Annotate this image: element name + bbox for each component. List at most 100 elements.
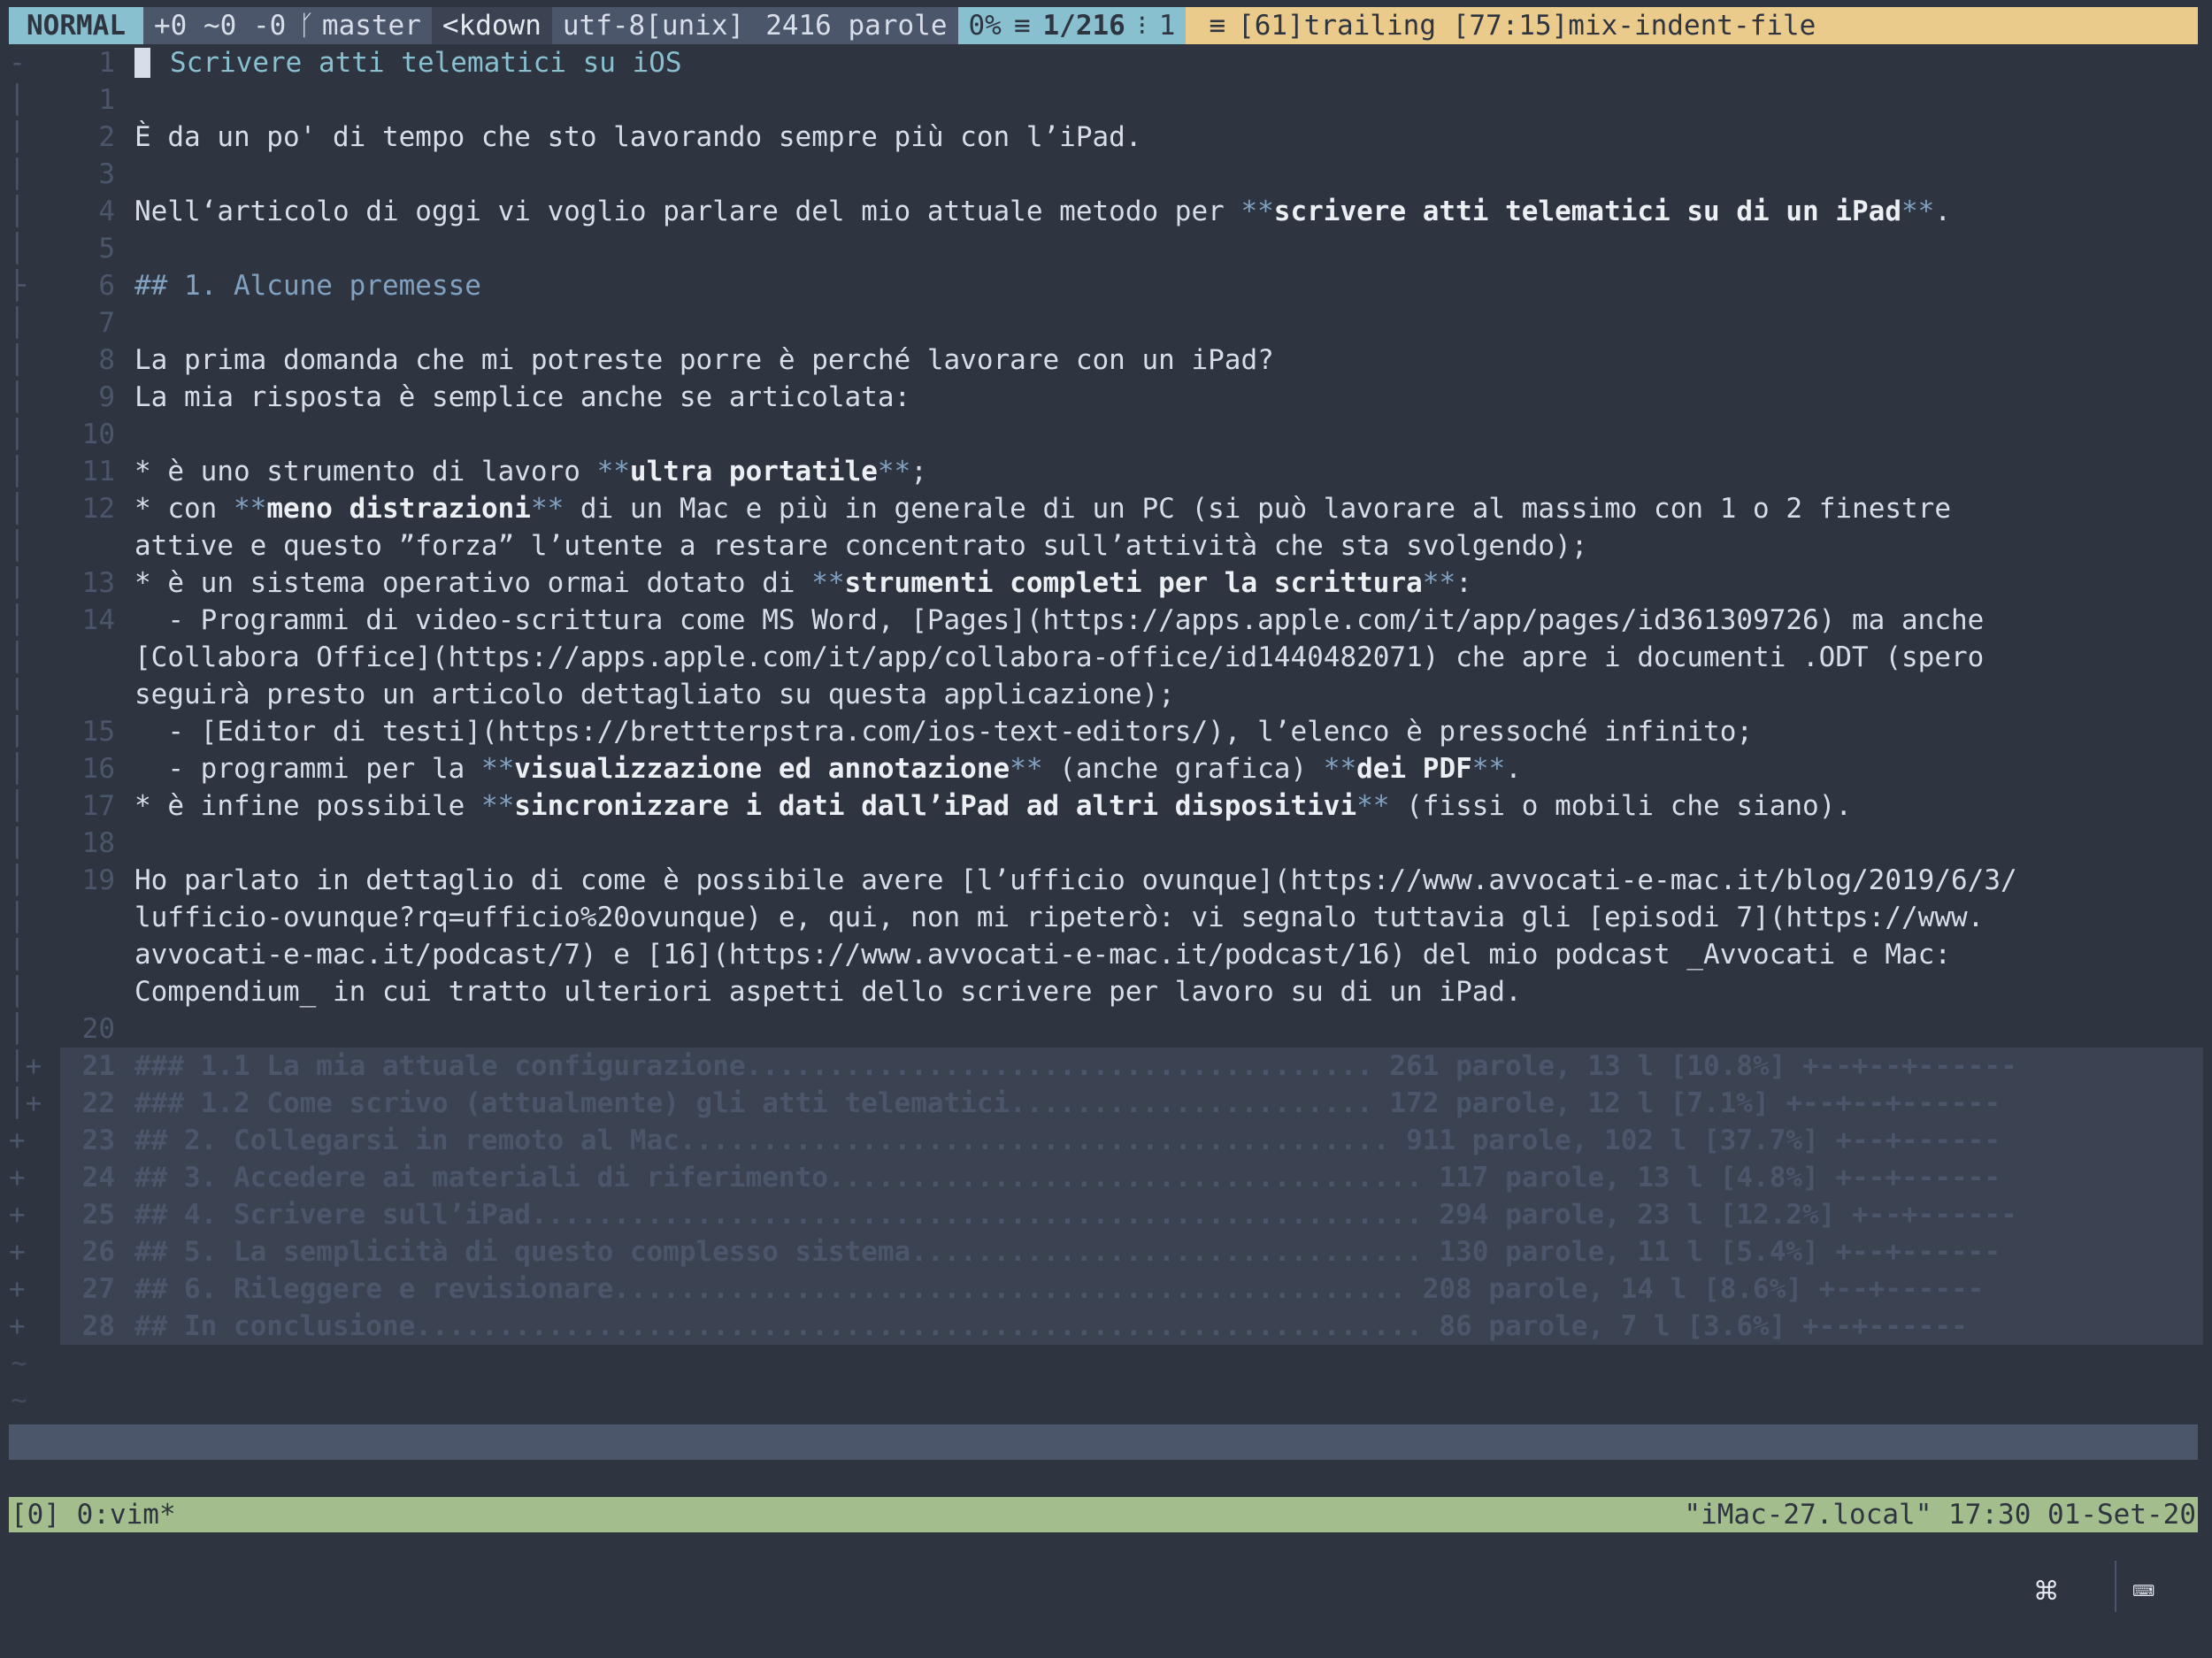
editor-line[interactable]: │ attive e questo ”forza” l’utente a rest… <box>0 527 2203 564</box>
editor-line[interactable]: │ 14 - Programmi di video-scrittura come … <box>0 602 2203 639</box>
editor-line[interactable]: │ seguirà presto un articolo dettagliato … <box>0 676 2203 713</box>
fold-gutter: │ <box>9 679 26 710</box>
fold-gutter: │ <box>9 158 26 190</box>
editor-line[interactable]: │ 1 <box>0 81 2203 119</box>
line-number: 14 <box>81 604 115 636</box>
editor-line[interactable]: │ [Collabora Office](https://apps.apple.c… <box>0 639 2203 676</box>
fold-plus-icon[interactable]: + <box>9 1159 53 1196</box>
line-text: - Programmi di video-scrittura come MS W… <box>134 602 1984 639</box>
editor-line[interactable]: - 1 Scrivere atti telematici su iOS <box>0 44 2203 81</box>
bold-marker: ** <box>811 567 845 599</box>
editor-line[interactable]: │ Compendium_ in cui tratto ulteriori asp… <box>0 973 2203 1010</box>
fold-plus-icon[interactable]: + <box>9 1270 53 1308</box>
fold-gutter: │ <box>9 976 26 1008</box>
fold-gutter: │ <box>9 530 26 562</box>
fold-gutter: │ <box>9 827 26 859</box>
bold-marker: ** <box>1356 790 1390 822</box>
column-icon: ⁝ <box>1137 10 1147 42</box>
folded-section[interactable]: +25 ## 4. Scrivere sull’iPad.............… <box>0 1196 2203 1233</box>
fold-summary: ## 2. Collegarsi in remoto al Mac.......… <box>134 1125 2001 1156</box>
filetype: <kdown <box>431 7 552 44</box>
line-number: 16 <box>81 753 115 785</box>
fold-gutter: │ <box>9 307 26 339</box>
editor-line[interactable]: │ 20 <box>0 1010 2203 1048</box>
fold-summary: ### 1.2 Come scrivo (attualmente) gli at… <box>134 1087 2001 1119</box>
editor-line[interactable]: │ 18 <box>0 825 2203 862</box>
editor-line[interactable]: │ 8 La prima domanda che mi potreste porre… <box>0 342 2203 379</box>
editor-line[interactable]: │ lufficio-ovunque?rq=ufficio%20ovunque) … <box>0 899 2203 936</box>
editor-line[interactable]: │ 17 * è infine possibile **sincronizzare … <box>0 787 2203 825</box>
folded-section[interactable]: +28 ## In conclusione....................… <box>0 1308 2203 1345</box>
fold-gutter: │ <box>9 418 26 450</box>
line-text: - [Editor di testi](https://brettterpstr… <box>134 713 1753 750</box>
fold-gutter: │ <box>9 493 26 525</box>
line-number: 11 <box>81 456 115 487</box>
line-content: (anche grafica) <box>1042 753 1324 785</box>
editor-line[interactable]: │ 4 Nell‘articolo di oggi vi voglio parlar… <box>0 193 2203 230</box>
fold-plus-icon[interactable]: + <box>9 1308 53 1345</box>
editor-line[interactable]: │ 13 * è un sistema operativo ormai dotato… <box>0 564 2203 602</box>
line-number: 22 <box>81 1087 115 1119</box>
editor-line[interactable]: │ 9 La mia risposta è semplice anche se ar… <box>0 379 2203 416</box>
line-text: Scrivere atti telematici su iOS <box>170 44 682 81</box>
bold-marker: ** <box>480 790 515 822</box>
tmux-window-list[interactable]: [0] 0:vim* <box>9 1497 178 1532</box>
line-text: La prima domanda che mi potreste porre è… <box>134 342 1274 379</box>
line-text: * è infine possibile **sincronizzare i d… <box>134 787 1852 825</box>
folded-section[interactable]: │+ 21 ### 1.1 La mia attuale configurazion… <box>0 1048 2203 1085</box>
line-number: 9 <box>98 381 115 413</box>
fold-gutter: │ <box>9 790 26 822</box>
bold-marker: ** <box>877 456 911 487</box>
line-text: * è uno strumento di lavoro **ultra port… <box>134 453 927 490</box>
editor-line[interactable]: │ 12 * con **meno distrazioni** di un Mac … <box>0 490 2203 527</box>
editor-line[interactable]: │ 11 * è uno strumento di lavoro **ultra p… <box>0 453 2203 490</box>
editor-line[interactable]: │ 16 - programmi per la **visualizzazione… <box>0 750 2203 787</box>
folded-section[interactable]: +23 ## 2. Collegarsi in remoto al Mac....… <box>0 1122 2203 1159</box>
folded-section[interactable]: │+ 22 ### 1.2 Come scrivo (attualmente) gl… <box>0 1085 2203 1122</box>
editor-line[interactable]: │ 19 Ho parlato in dettaglio di come è pos… <box>0 862 2203 899</box>
editor-line[interactable]: │ 7 <box>0 304 2203 342</box>
line-content: Scrivere atti telematici su iOS <box>170 47 682 79</box>
position-segment: 0% ≡ 1/216 ⁝ 1 <box>957 7 1187 44</box>
fold-plus-icon[interactable]: │+ <box>9 1048 53 1085</box>
line-number: 27 <box>81 1273 115 1305</box>
line-content: Ho parlato in dettaglio di come è possib… <box>134 864 2017 896</box>
editor-line[interactable]: │ 3 <box>0 156 2203 193</box>
warnings: [61]trailing [77:15]mix-indent-file <box>1238 10 1816 42</box>
fold-plus-icon[interactable]: │+ <box>9 1085 53 1122</box>
folded-section[interactable]: +26 ## 5. La semplicità di questo comples… <box>0 1233 2203 1270</box>
line-text: * è un sistema operativo ormai dotato di… <box>134 564 1472 602</box>
line-number: 10 <box>81 418 115 450</box>
editor-line[interactable]: │ 10 <box>0 416 2203 453</box>
folded-section[interactable]: +27 ## 6. Rileggere e revisionare........… <box>0 1270 2203 1308</box>
fold-plus-icon[interactable]: + <box>9 1122 53 1159</box>
fold-plus-icon[interactable]: + <box>9 1233 53 1270</box>
line-position: 1/216 <box>1042 10 1125 42</box>
line-content: Compendium_ in cui tratto ulteriori aspe… <box>134 976 1522 1008</box>
git-segment: +0 ~0 -0 ᚴ master <box>142 7 432 44</box>
folded-section[interactable]: +24 ## 3. Accedere ai materiali di riferi… <box>0 1159 2203 1196</box>
line-content: avvocati-e-mac.it/podcast/7) e [16](http… <box>134 939 1951 971</box>
fold-gutter: │ <box>9 604 26 636</box>
line-content: - programmi per la <box>134 753 481 785</box>
editor-line[interactable]: │ 2 È da un po' di tempo che sto lavorando… <box>0 119 2203 156</box>
line-content: * è infine possibile <box>134 790 481 822</box>
fold-gutter: │ <box>9 902 26 933</box>
line-text: seguirà presto un articolo dettagliato s… <box>134 676 1175 713</box>
lines-icon: ≡ <box>1013 10 1031 42</box>
column: 1 <box>1158 10 1176 42</box>
line-number: 5 <box>98 233 115 265</box>
editor-line[interactable]: │ avvocati-e-mac.it/podcast/7) e [16](htt… <box>0 936 2203 973</box>
command-line[interactable] <box>9 1424 2198 1460</box>
cursor <box>134 48 150 78</box>
editor-line[interactable]: ├ 6 ## 1. Alcune premesse <box>0 267 2203 304</box>
line-content: (fissi o mobili che siano). <box>1389 790 1853 822</box>
fold-plus-icon[interactable]: + <box>9 1196 53 1233</box>
editor-line[interactable]: │ 15 - [Editor di testi](https://brettter… <box>0 713 2203 750</box>
command-key-icon[interactable]: ⌘ <box>2035 1570 2057 1613</box>
keyboard-icon[interactable]: ⌨ <box>2132 1570 2154 1613</box>
editor-line[interactable]: │ 5 <box>0 230 2203 267</box>
line-content: : <box>1455 567 1472 599</box>
encoding: utf-8[unix] <box>551 7 756 44</box>
line-number: 28 <box>81 1310 115 1342</box>
